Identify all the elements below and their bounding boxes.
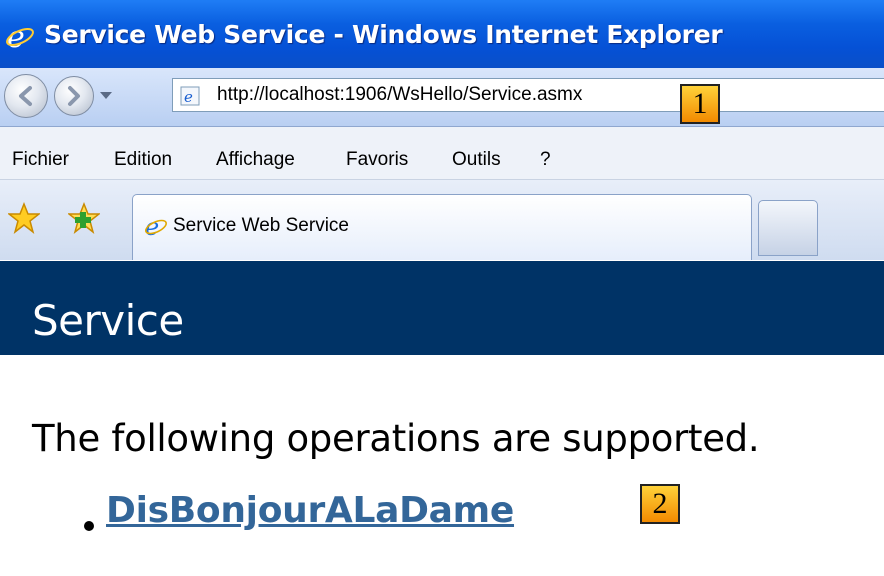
- operations-intro: The following operations are supported.: [32, 417, 760, 460]
- menu-favoris[interactable]: Favoris: [346, 149, 408, 171]
- favorites-star-icon[interactable]: [8, 202, 40, 234]
- address-field[interactable]: e http://localhost:1906/WsHello/Service.…: [172, 78, 884, 112]
- window-title: Service Web Service - Windows Internet E…: [44, 20, 723, 49]
- page-body: [0, 355, 884, 576]
- new-tab-button[interactable]: [758, 200, 818, 256]
- add-favorite-icon[interactable]: [68, 202, 100, 234]
- menu-bar: Fichier Edition Affichage Favoris Outils…: [0, 127, 884, 180]
- menu-edition[interactable]: Edition: [114, 149, 172, 171]
- callout-badge-1: 1: [680, 84, 720, 124]
- forward-button[interactable]: [54, 76, 94, 116]
- operation-link-disbonjouraladame[interactable]: DisBonjourALaDame: [106, 490, 514, 531]
- internet-explorer-icon: e: [6, 20, 34, 52]
- tab-label: Service Web Service: [173, 215, 349, 236]
- navigation-bar: e http://localhost:1906/WsHello/Service.…: [0, 68, 884, 127]
- window-title-bar[interactable]: e Service Web Service - Windows Internet…: [0, 0, 884, 69]
- history-dropdown-icon[interactable]: [100, 92, 112, 99]
- tab-service-web-service[interactable]: e Service Web Service: [132, 194, 752, 260]
- arrow-left-icon: [19, 86, 32, 106]
- list-bullet: [84, 521, 94, 531]
- menu-fichier[interactable]: Fichier: [12, 149, 69, 171]
- svg-text:e: e: [145, 213, 159, 239]
- callout-badge-2: 2: [640, 484, 680, 524]
- page-icon: e: [180, 86, 200, 106]
- page-title: Service: [32, 296, 184, 345]
- menu-help[interactable]: ?: [540, 149, 551, 171]
- address-url[interactable]: http://localhost:1906/WsHello/Service.as…: [217, 84, 582, 106]
- tab-bar: e Service Web Service: [0, 180, 884, 260]
- internet-explorer-icon: e: [145, 213, 167, 239]
- svg-text:e: e: [184, 88, 193, 106]
- menu-affichage[interactable]: Affichage: [216, 149, 295, 171]
- arrow-right-icon: [68, 86, 80, 106]
- back-button[interactable]: [4, 74, 48, 118]
- menu-outils[interactable]: Outils: [452, 149, 501, 171]
